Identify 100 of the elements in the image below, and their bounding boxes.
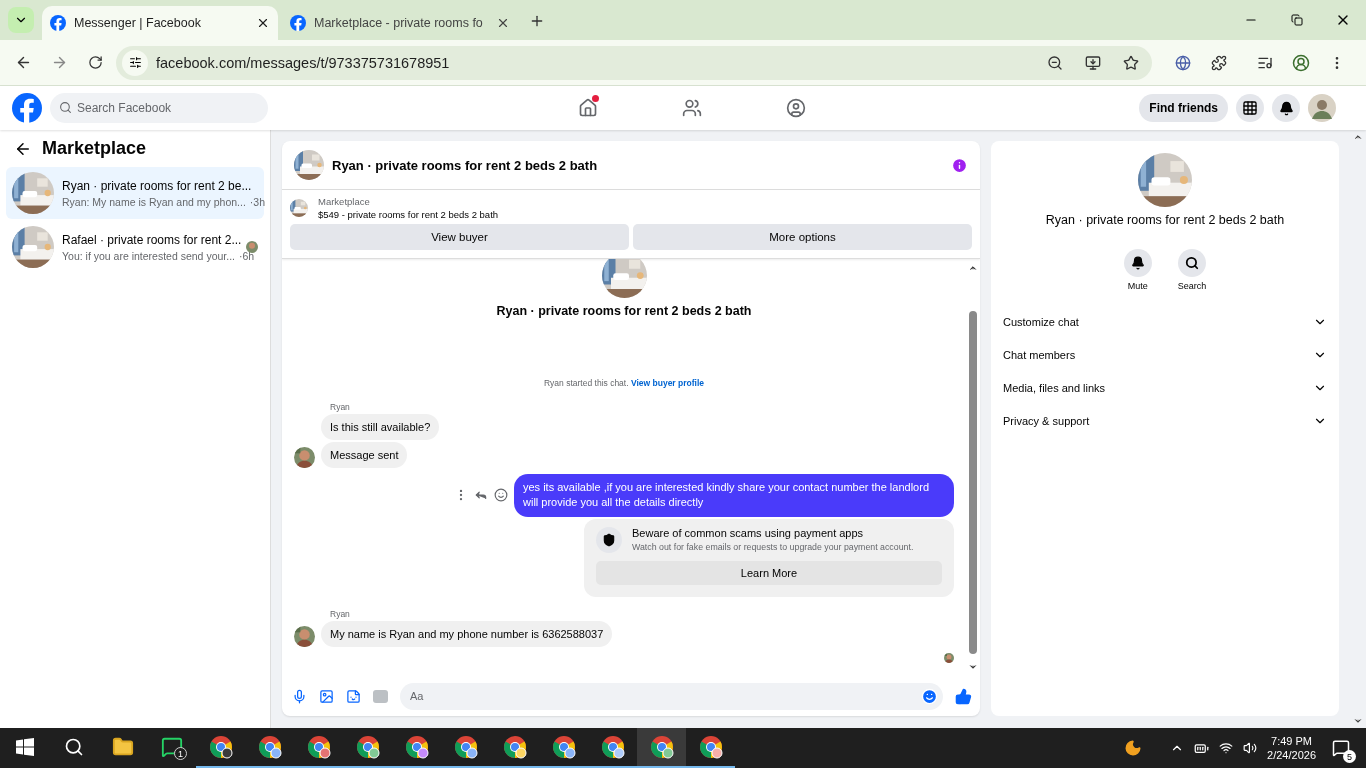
sender-name: Ryan — [330, 402, 351, 412]
search-icon — [1185, 256, 1199, 270]
chrome-icon — [306, 735, 331, 759]
chrome-icon — [208, 735, 233, 759]
search-icon — [59, 101, 72, 114]
folder-icon — [111, 736, 134, 758]
learn-more-button[interactable]: Learn More — [596, 560, 942, 585]
settings-section[interactable]: Media, files and links — [1003, 371, 1327, 404]
profile-icon[interactable] — [1292, 53, 1310, 72]
friends-icon[interactable] — [682, 98, 702, 118]
volume-icon[interactable] — [1243, 741, 1258, 755]
shield-icon — [596, 526, 622, 553]
bookmark-star-icon[interactable] — [1123, 54, 1139, 71]
chat-title: Ryan · private rooms for rent 2 beds 2 bath — [332, 157, 599, 173]
listing-button[interactable]: More options — [633, 224, 972, 250]
settings-section[interactable]: Chat members — [1003, 338, 1327, 371]
scroll-down-icon[interactable] — [968, 662, 978, 672]
photo-icon[interactable] — [319, 688, 334, 704]
count-badge: 1 — [174, 747, 187, 760]
sidebar-title: Marketplace — [42, 138, 147, 159]
count-badge: 5 — [1343, 750, 1356, 763]
conversation-time: ·3h — [249, 195, 266, 208]
action-label: Search — [1177, 281, 1207, 291]
scroll-up-icon[interactable] — [1353, 132, 1363, 142]
taskbar-button[interactable] — [637, 728, 686, 768]
zoom-icon[interactable] — [1047, 54, 1063, 71]
chrome-icon — [453, 735, 478, 759]
chrome-icon — [649, 735, 674, 759]
conversation-preview: Ryan: My name is Ryan and my phon... — [62, 195, 246, 208]
conversation-item[interactable]: Ryan · private rooms for rent 2 be... Ryan: My name is Ryan and my phon... ·3h — [6, 167, 264, 219]
bell-icon — [1130, 256, 1145, 270]
chrome-icon — [257, 735, 282, 759]
site-info-button[interactable] — [122, 49, 148, 76]
sliders-icon — [128, 56, 142, 69]
action-label: Mute — [1127, 281, 1148, 291]
react-icon[interactable] — [494, 488, 508, 503]
tab-search-button[interactable] — [8, 7, 34, 33]
home-icon[interactable] — [578, 98, 598, 118]
sender-name: Ryan — [330, 608, 351, 619]
settings-section[interactable]: Privacy & support — [1003, 404, 1327, 437]
restore-icon[interactable] — [1291, 14, 1303, 26]
menu-button[interactable] — [1236, 94, 1264, 122]
chrome-icon — [502, 735, 527, 759]
install-icon[interactable] — [1085, 54, 1101, 71]
notifications-button[interactable] — [1272, 94, 1300, 122]
info-icon[interactable] — [951, 156, 968, 174]
globe-icon[interactable] — [1175, 54, 1191, 71]
conversation-item[interactable]: Rafael · private rooms for rent 2... You: if you are interested send your... ·6h — [6, 221, 264, 273]
reload-icon[interactable] — [87, 55, 103, 70]
extensions-icon[interactable] — [1211, 54, 1227, 71]
search-button[interactable] — [1178, 249, 1206, 277]
windows-icon[interactable] — [15, 738, 34, 756]
scroll-up-icon[interactable] — [968, 263, 978, 273]
search-field[interactable]: Search Facebook — [50, 93, 268, 123]
facebook-logo[interactable] — [12, 93, 42, 123]
buyer-profile-link[interactable]: View buyer profile — [630, 378, 704, 388]
avatar-icon[interactable] — [1308, 94, 1336, 122]
settings-section[interactable]: Customize chat — [1003, 305, 1327, 338]
intro-title: Ryan · private rooms for rent 2 beds 2 bath — [496, 304, 752, 318]
warning-title: Beware of common scams using payment apps — [632, 527, 865, 540]
warning-text: Watch out for fake emails or requests to upgrade your payment account. — [632, 542, 914, 553]
close-icon[interactable] — [496, 16, 510, 30]
bell-icon — [1278, 100, 1294, 116]
listing-label: Marketplace — [318, 196, 371, 207]
chat-started-text: Ryan started this chat. View buyer profile — [544, 378, 704, 388]
message-field[interactable]: Aa — [400, 682, 943, 710]
clock[interactable]: 7:49 PM 2/24/2026 — [1267, 735, 1316, 761]
address-bar[interactable]: facebook.com/messages/t/973375731678951 — [116, 45, 1152, 80]
message-bubble: My name is Ryan and my phone number is 6362588037 — [321, 620, 613, 647]
listing-button[interactable]: View buyer — [290, 224, 629, 250]
night-light-icon[interactable] — [1124, 739, 1143, 757]
browser-tab[interactable]: Messenger | Facebook — [42, 6, 278, 40]
microphone-icon[interactable] — [292, 688, 307, 704]
chrome-icon — [600, 735, 625, 759]
conversation-preview: You: if you are interested send your... — [62, 249, 235, 262]
conversation-name: Ryan · private rooms for rent 2 be... — [62, 178, 253, 193]
conversation-title: Ryan · private rooms for rent 2 beds 2 bath — [1045, 213, 1285, 227]
chrome-icon — [698, 735, 723, 759]
chat-icon — [160, 736, 183, 758]
message-bubble: Is this still available? — [321, 414, 440, 440]
facebook-logo[interactable] — [50, 15, 66, 31]
sticker-icon[interactable] — [346, 688, 361, 704]
taskbar-button[interactable]: 1 — [147, 728, 196, 768]
wifi-icon[interactable] — [1219, 741, 1234, 755]
like-icon[interactable] — [955, 687, 972, 705]
find-friends-button[interactable]: Find friends — [1139, 94, 1228, 122]
facebook-logo[interactable] — [290, 15, 306, 31]
message-bubble: yes its available ,if you are interested kindly share your contact number the landlord will provide you all the details directly — [514, 474, 954, 517]
scroll-down-icon[interactable] — [1353, 716, 1363, 726]
chrome-icon — [355, 735, 380, 759]
listing-title: $549 - private rooms for rent 2 beds 2 bath — [318, 209, 499, 220]
browser-tab[interactable]: Marketplace - private rooms fo — [282, 6, 518, 40]
close-icon[interactable] — [256, 16, 270, 30]
search-icon[interactable] — [63, 737, 84, 757]
mute-button[interactable] — [1123, 249, 1152, 277]
chrome-icon — [551, 735, 576, 759]
new-tab-icon[interactable] — [529, 13, 545, 29]
groups-icon[interactable] — [786, 98, 806, 118]
conversation-time: ·6h — [239, 249, 255, 262]
grid-icon — [1242, 100, 1258, 116]
